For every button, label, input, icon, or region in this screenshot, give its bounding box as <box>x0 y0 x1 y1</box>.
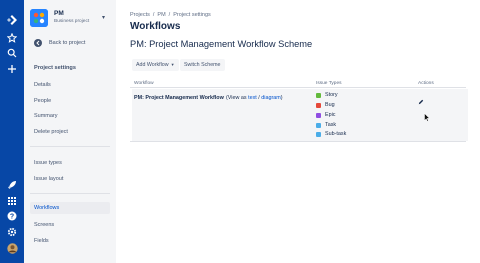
table-header-divider <box>130 87 466 88</box>
sidebar-item-details[interactable]: Details <box>30 79 110 91</box>
issue-type-label: Task <box>325 122 337 128</box>
sidebar-item-fields[interactable]: Fields <box>30 235 110 247</box>
issue-type-label: Sub-task <box>325 131 347 137</box>
add-workflow-label: Add Workflow <box>136 62 169 68</box>
issue-type-bug: Bug <box>316 102 396 110</box>
add-workflow-button[interactable]: Add Workflow ▼ <box>132 59 179 71</box>
workflow-name: PM: Project Management Workflow <box>134 95 224 101</box>
view-as-suffix: ) <box>280 95 283 101</box>
issue-type-epic: Epic <box>316 112 396 120</box>
settings-gear-icon[interactable] <box>5 225 19 239</box>
view-as-separator: / <box>258 95 260 101</box>
project-sidebar: PM Business project ▾ Back to project Pr… <box>24 0 116 263</box>
project-settings-heading: Project settings <box>34 65 76 71</box>
sidebar-item-delete-project[interactable]: Delete project <box>30 126 110 138</box>
column-header-actions: Actions <box>418 81 434 86</box>
arrow-left-icon <box>34 39 42 47</box>
issue-type-story: Story <box>316 92 396 100</box>
breadcrumb: Projects / PM / Project settings <box>130 12 211 18</box>
edit-pencil-icon[interactable] <box>418 92 424 105</box>
sidebar-item-screens[interactable]: Screens <box>30 219 110 231</box>
bug-icon <box>316 103 321 108</box>
view-as-diagram-link[interactable]: diagram <box>261 95 280 101</box>
workflow-scheme-title: PM: Project Management Workflow Scheme <box>130 39 313 49</box>
issue-type-task: Task <box>316 122 396 130</box>
sub-task-icon <box>316 132 321 137</box>
issue-type-label: Story <box>325 92 338 98</box>
table-row-divider <box>130 141 466 142</box>
epic-icon <box>316 113 321 118</box>
page-title: Workflows <box>130 21 181 32</box>
chevron-down-icon[interactable]: ▾ <box>102 14 105 21</box>
story-icon <box>316 93 321 98</box>
project-name: PM <box>54 10 64 17</box>
view-as-prefix: (View as <box>226 95 247 101</box>
column-header-workflow: Workflow <box>134 81 154 86</box>
switch-scheme-button[interactable]: Switch Scheme <box>180 59 225 71</box>
breadcrumb-project-settings[interactable]: Project settings <box>173 12 211 18</box>
project-type: Business project <box>54 19 90 24</box>
project-header[interactable]: PM Business project ▾ <box>30 9 112 31</box>
switch-scheme-label: Switch Scheme <box>184 62 221 68</box>
back-to-project-label: Back to project <box>49 40 86 46</box>
view-as-links: (View as text / diagram) <box>226 95 283 101</box>
sidebar-item-issue-layout[interactable]: Issue layout <box>30 173 110 185</box>
breadcrumb-pm[interactable]: PM <box>157 12 165 18</box>
sidebar-item-people[interactable]: People <box>30 95 110 107</box>
column-header-issue-types: Issue Types <box>316 81 342 86</box>
back-to-project-link[interactable]: Back to project <box>32 37 112 49</box>
main-content: Projects / PM / Project settings Workflows P… <box>130 0 480 263</box>
star-icon[interactable] <box>5 31 19 45</box>
rocket-icon[interactable] <box>5 178 19 192</box>
project-avatar <box>30 9 48 27</box>
task-icon <box>316 123 321 128</box>
user-avatar[interactable] <box>5 241 19 255</box>
sidebar-item-summary[interactable]: Summary <box>30 110 110 122</box>
sidebar-divider <box>30 193 110 194</box>
issue-type-label: Bug <box>325 102 335 108</box>
issue-type-sub-task: Sub-task <box>316 131 396 139</box>
view-as-text-link[interactable]: text <box>248 95 257 101</box>
help-icon[interactable]: ? <box>5 209 19 223</box>
svg-text:?: ? <box>10 214 14 221</box>
global-navigation: ? <box>0 0 24 263</box>
sidebar-item-workflows[interactable]: Workflows <box>30 202 110 214</box>
create-plus-icon[interactable] <box>5 62 19 76</box>
sidebar-divider <box>30 146 110 147</box>
jira-logo-icon[interactable] <box>5 13 19 27</box>
issue-type-label: Epic <box>325 112 336 118</box>
search-icon[interactable] <box>5 46 19 60</box>
sidebar-item-issue-types[interactable]: Issue types <box>30 157 110 169</box>
breadcrumb-projects[interactable]: Projects <box>130 12 150 18</box>
mouse-cursor-icon <box>424 109 431 122</box>
chevron-down-icon: ▼ <box>170 62 175 67</box>
app-switcher-icon[interactable] <box>5 194 19 208</box>
